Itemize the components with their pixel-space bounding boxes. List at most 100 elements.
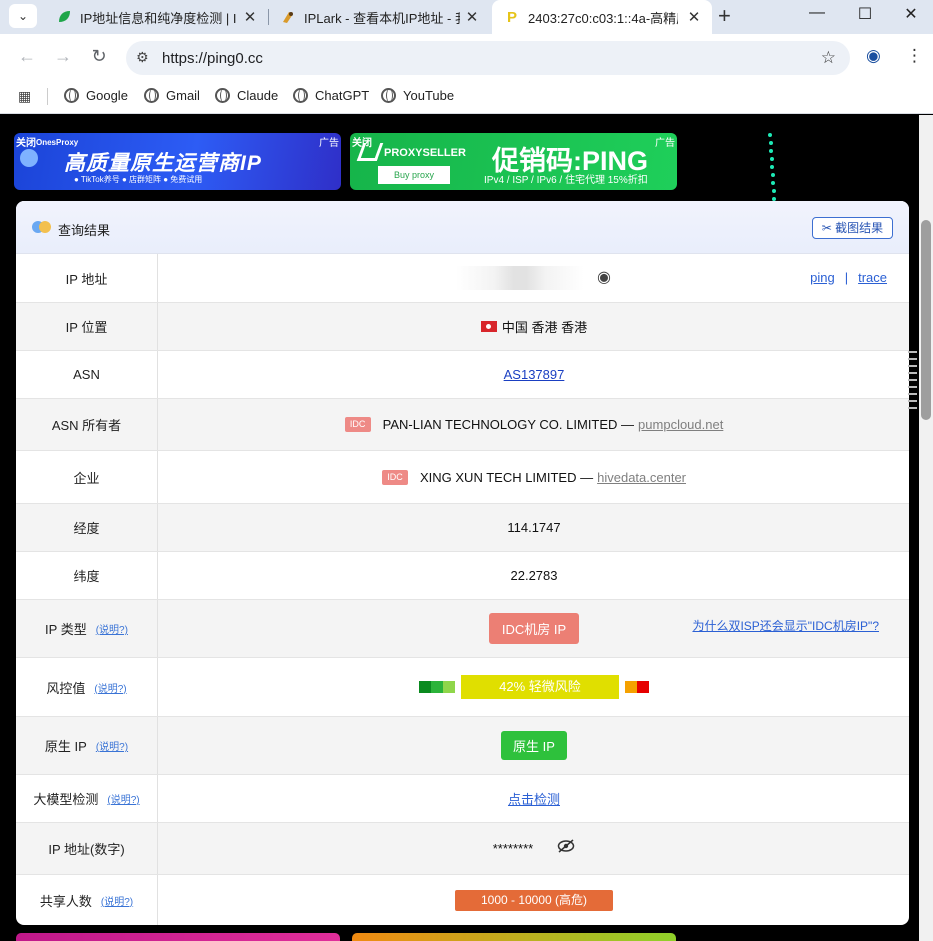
eye-icon[interactable]: ◉ bbox=[597, 267, 611, 287]
help-link[interactable]: (说明?) bbox=[101, 893, 133, 908]
page-content: 关闭 广告 OnesProxy 高质量原生运营商IP ● TikTok养号 ● … bbox=[0, 115, 933, 941]
row-label: 大模型检测 (说明?) bbox=[16, 775, 158, 822]
row-label: 原生 IP (说明?) bbox=[16, 717, 158, 774]
bookmarks-bar: ▦ Google Gmail Claude ChatGPT YouTube bbox=[0, 80, 933, 114]
ad-headline: 高质量原生运营商IP bbox=[64, 152, 262, 175]
globe-icon bbox=[293, 88, 308, 103]
ad-banner-proxyseller[interactable]: 关闭 广告 PROXYSELLER Buy proxy 促销码:PING IPv… bbox=[350, 133, 677, 190]
back-arrow-icon[interactable]: ← bbox=[15, 46, 39, 67]
help-link[interactable]: (说明?) bbox=[107, 791, 139, 806]
bookmark-gmail[interactable]: Gmail bbox=[144, 88, 200, 103]
new-tab-button[interactable]: + bbox=[718, 3, 731, 29]
row-value: IDC PAN-LIAN TECHNOLOGY CO. LIMITED — pu… bbox=[159, 399, 909, 450]
onesproxy-logo-icon bbox=[20, 149, 38, 167]
ad-tag: 广告 bbox=[655, 138, 675, 149]
screenshot-button[interactable]: ✂ 截图结果 bbox=[812, 217, 893, 239]
row-label: 企业 bbox=[16, 451, 158, 503]
shared-users-badge: 1000 - 10000 (高危) bbox=[455, 889, 613, 911]
help-link[interactable]: (说明?) bbox=[96, 621, 128, 636]
apps-grid-icon[interactable]: ▦ bbox=[18, 88, 31, 105]
bookmark-label: Claude bbox=[237, 88, 279, 103]
site-settings-icon[interactable]: ⚙ bbox=[136, 49, 149, 66]
label-text: 风控值 bbox=[46, 680, 86, 696]
row-risk-score: 风控值 (说明?) 42% 轻微风险 bbox=[16, 658, 909, 717]
tab-ping0[interactable]: P 2403:27c0:c03:1::4a-高精度 ✕ bbox=[492, 0, 712, 34]
row-value: ◉ ping | trace bbox=[159, 254, 909, 302]
row-value: ******** bbox=[159, 823, 909, 874]
org-name: XING XUN TECH LIMITED — bbox=[419, 469, 594, 485]
panel-title: 查询结果 bbox=[58, 223, 111, 238]
tab-iplark[interactable]: IPLark - 查看本机IP地址 - 我 ✕ bbox=[268, 0, 490, 34]
row-value: 原生 IP bbox=[159, 717, 909, 774]
buy-proxy-button[interactable]: Buy proxy bbox=[378, 166, 450, 184]
ad-banner-onesproxy[interactable]: 关闭 广告 OnesProxy 高质量原生运营商IP ● TikTok养号 ● … bbox=[14, 133, 341, 190]
tab-title: IPLark - 查看本机IP地址 - 我 bbox=[304, 10, 460, 26]
bottom-ad-banner[interactable] bbox=[352, 933, 676, 941]
link-separator: | bbox=[844, 270, 849, 285]
bottom-ad-banner[interactable] bbox=[16, 933, 340, 941]
bookmark-claude[interactable]: Claude bbox=[215, 88, 278, 103]
idc-badge: IDC bbox=[344, 417, 371, 432]
why-idc-link[interactable]: 为什么双ISP还会显示"IDC机房IP"? bbox=[692, 617, 879, 634]
close-tab-icon[interactable]: ✕ bbox=[464, 8, 480, 26]
row-value: 114.1747 bbox=[507, 520, 561, 535]
ad-subtitle: IPv4 / ISP / IPv6 / 住宅代理 15%折扣 bbox=[484, 175, 648, 186]
location-text: 中国 香港 香港 bbox=[501, 320, 588, 335]
risk-meter: 42% 轻微风险 bbox=[419, 675, 649, 699]
tab-search-button[interactable]: ⌄ bbox=[9, 4, 37, 28]
row-latitude: 纬度 22.2783 bbox=[16, 552, 909, 600]
ad-close[interactable]: 关闭 bbox=[16, 134, 36, 149]
click-detect-link[interactable]: 点击检测 bbox=[508, 789, 560, 808]
bookmarks-divider bbox=[47, 88, 48, 105]
address-bar[interactable]: ⚙ https://ping0.cc ☆ bbox=[126, 41, 850, 75]
globe-icon bbox=[64, 88, 79, 103]
decorative-dots bbox=[760, 131, 780, 201]
bookmark-label: ChatGPT bbox=[315, 88, 370, 103]
label-text: IP 类型 bbox=[45, 622, 87, 637]
close-tab-icon[interactable]: ✕ bbox=[242, 8, 258, 26]
risk-segment-high bbox=[625, 681, 637, 693]
tab-strip: ⌄ IP地址信息和纯净度检测 | IP ✕ IPLark - 查看本机IP地址 … bbox=[0, 0, 933, 34]
eye-off-icon[interactable] bbox=[557, 839, 575, 858]
bookmark-chatgpt[interactable]: ChatGPT bbox=[293, 88, 369, 103]
help-link[interactable]: (说明?) bbox=[94, 680, 126, 695]
scrollbar-thumb[interactable] bbox=[921, 220, 931, 420]
tab-ip-check[interactable]: IP地址信息和纯净度检测 | IP ✕ bbox=[44, 0, 268, 34]
asn-owner-name: PAN-LIAN TECHNOLOGY CO. LIMITED — bbox=[382, 417, 635, 432]
label-text: 共享人数 bbox=[39, 893, 92, 909]
bookmark-google[interactable]: Google bbox=[64, 88, 128, 103]
bookmark-youtube[interactable]: YouTube bbox=[381, 88, 454, 103]
row-label: IP 地址 bbox=[16, 254, 158, 302]
ip-address-redacted bbox=[456, 266, 584, 290]
ping-link[interactable]: ping bbox=[810, 270, 835, 285]
trace-link[interactable]: trace bbox=[858, 270, 887, 285]
url-text[interactable]: https://ping0.cc bbox=[162, 50, 263, 67]
idc-badge: IDC bbox=[381, 469, 408, 485]
close-tab-icon[interactable]: ✕ bbox=[686, 8, 702, 26]
row-value: IDC机房 IP 为什么双ISP还会显示"IDC机房IP"? bbox=[159, 600, 909, 657]
browser-toolbar: ← → ↻ ⚙ https://ping0.cc ☆ ◉ ⋮ bbox=[0, 34, 933, 80]
bookmark-label: YouTube bbox=[403, 88, 455, 103]
forward-arrow-icon[interactable]: → bbox=[51, 46, 75, 67]
close-window-button[interactable]: ✕ bbox=[896, 4, 926, 24]
maximize-button[interactable]: ☐ bbox=[850, 4, 880, 24]
bookmark-star-icon[interactable]: ☆ bbox=[821, 48, 836, 68]
risk-segment-high bbox=[637, 681, 649, 693]
row-label: 共享人数 (说明?) bbox=[16, 875, 158, 925]
minimize-button[interactable]: — bbox=[802, 4, 832, 22]
row-native-ip: 原生 IP (说明?) 原生 IP bbox=[16, 717, 909, 775]
help-link[interactable]: (说明?) bbox=[96, 738, 128, 753]
asn-owner-domain-link[interactable]: pumpcloud.net bbox=[638, 417, 723, 432]
profile-icon[interactable]: ◉ bbox=[866, 46, 881, 66]
globe-icon bbox=[144, 88, 159, 103]
ad-brand: PROXYSELLER bbox=[384, 147, 466, 159]
ad-tag: 广告 bbox=[319, 138, 339, 149]
org-domain-link[interactable]: hivedata.center bbox=[597, 470, 686, 485]
row-label: IP 类型 (说明?) bbox=[16, 600, 158, 657]
reload-icon[interactable]: ↻ bbox=[87, 46, 111, 67]
more-menu-icon[interactable]: ⋮ bbox=[906, 46, 923, 66]
asn-link[interactable]: AS137897 bbox=[504, 367, 565, 382]
row-value: 点击检测 bbox=[159, 775, 909, 822]
row-shared-users: 共享人数 (说明?) 1000 - 10000 (高危) bbox=[16, 875, 909, 925]
hong-kong-flag-icon bbox=[480, 321, 497, 332]
